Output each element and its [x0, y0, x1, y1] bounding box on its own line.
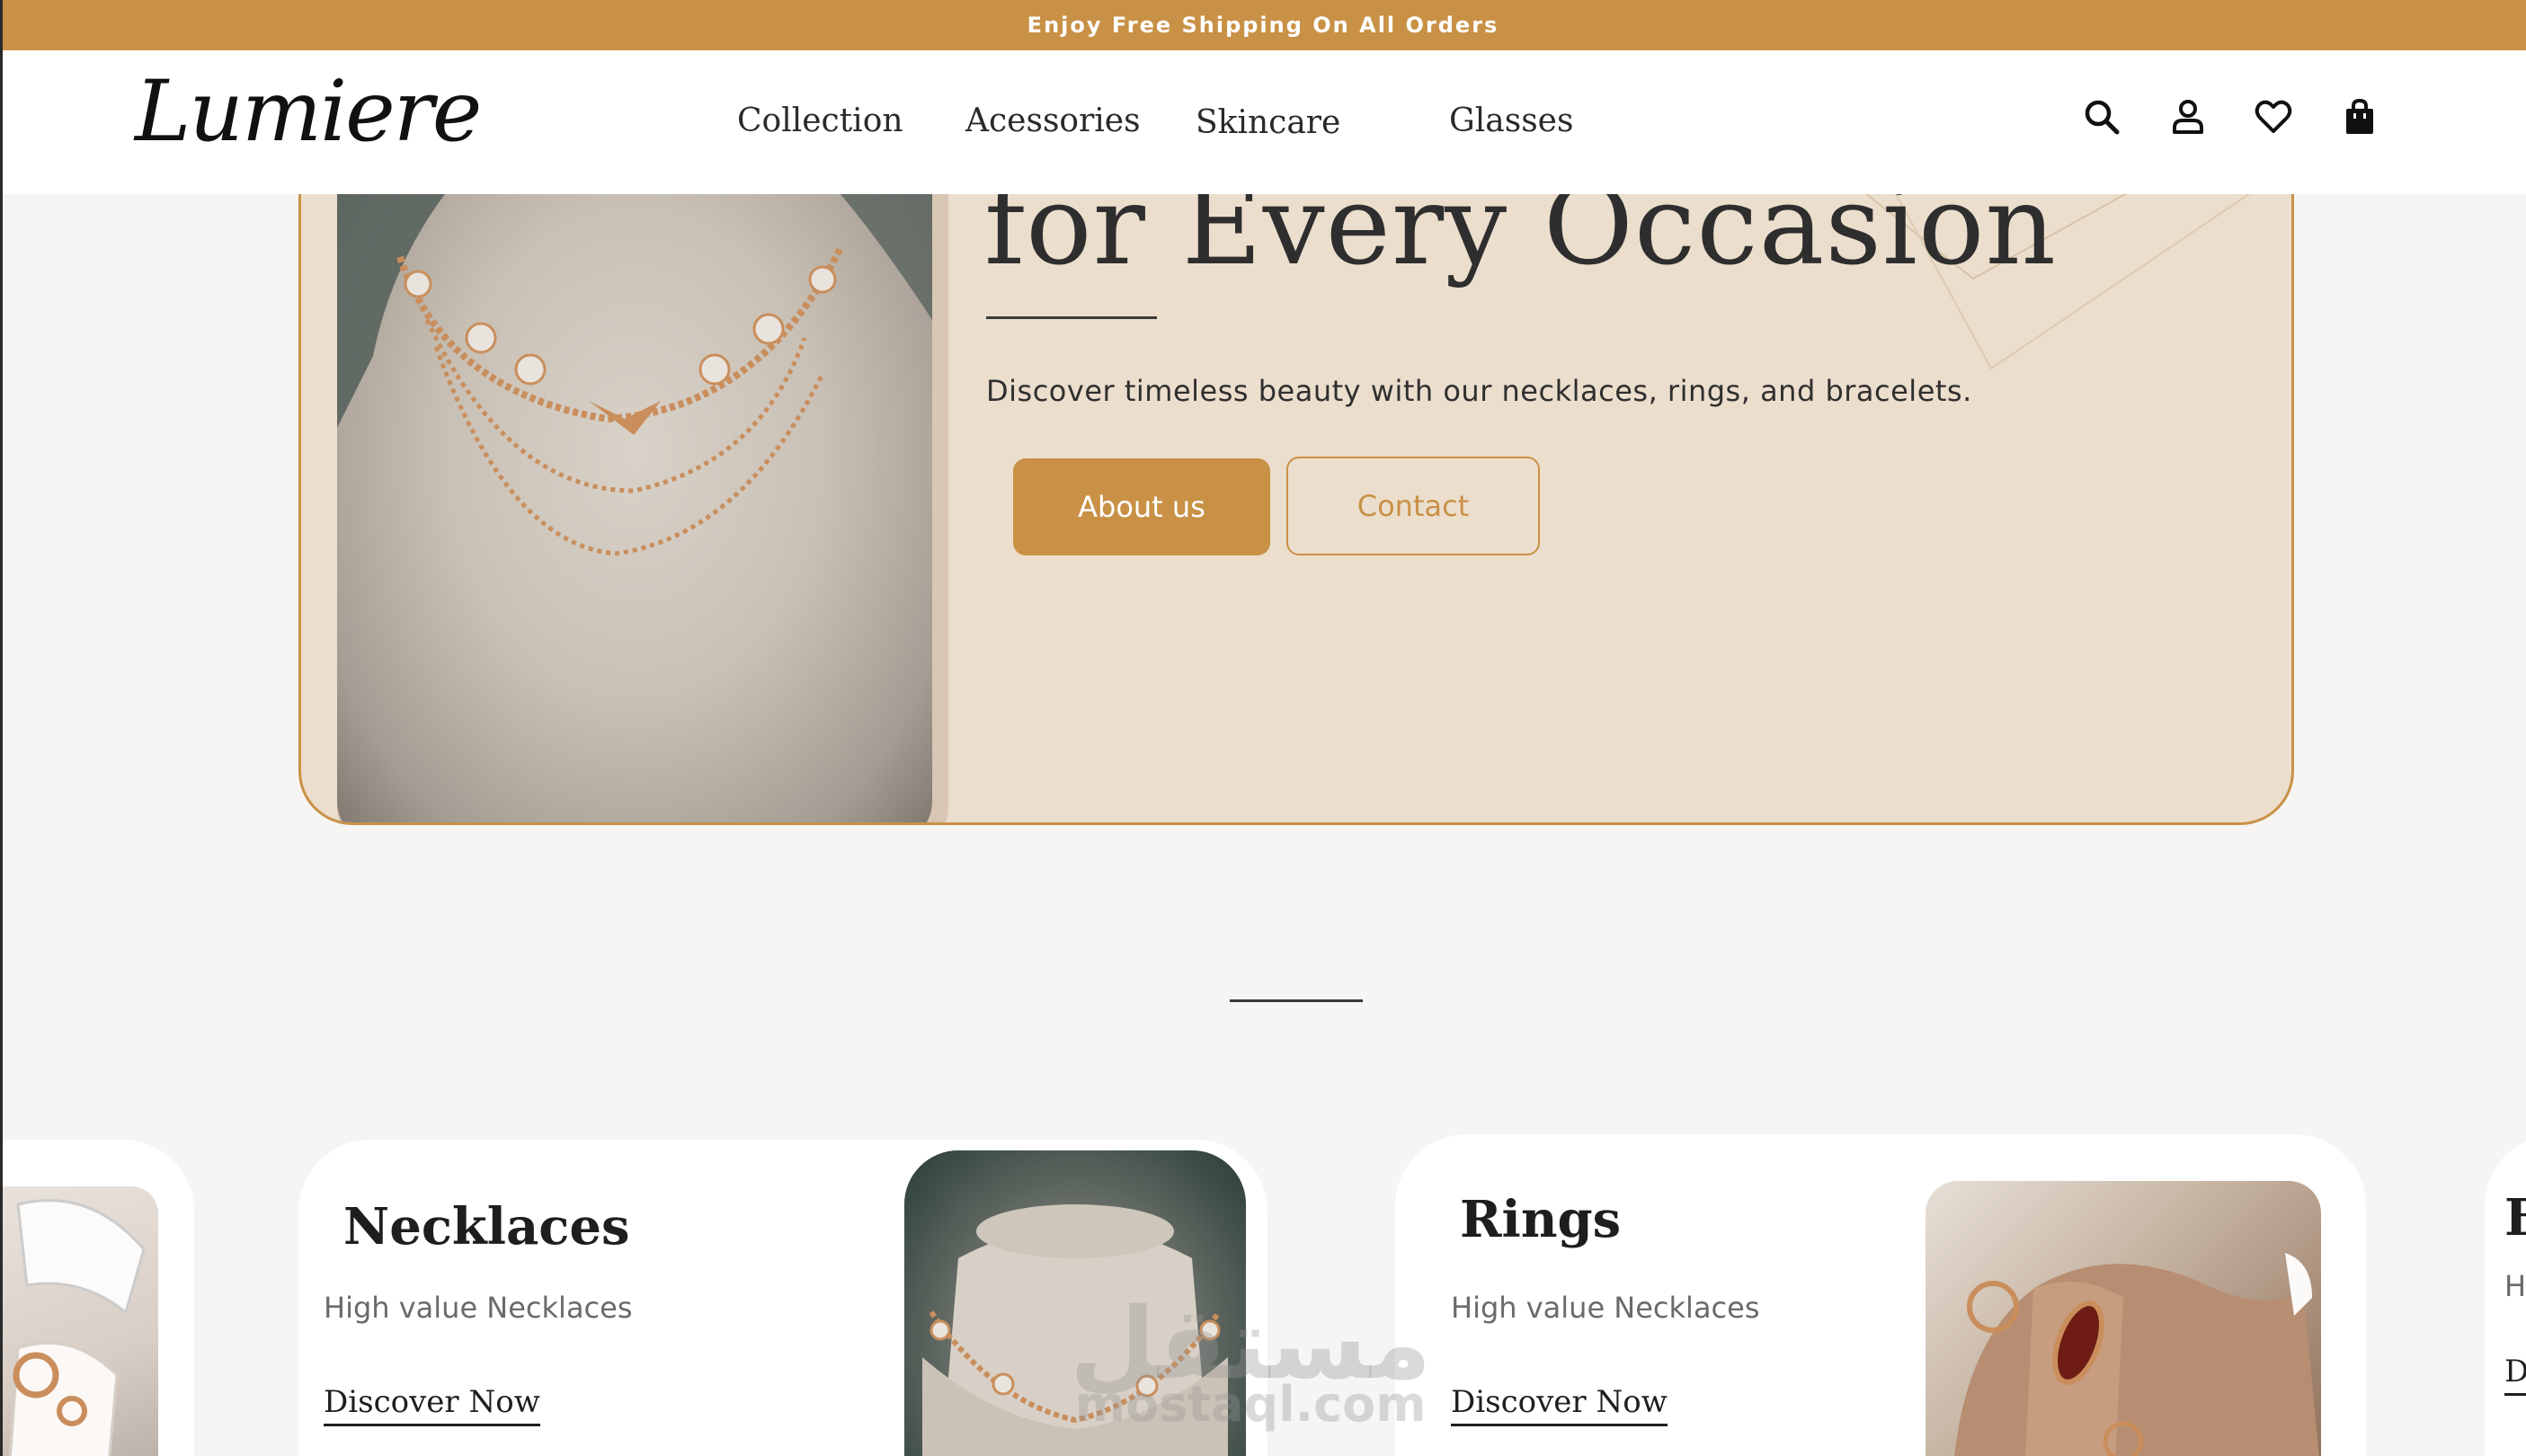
shopping-bag-icon[interactable] [2338, 95, 2381, 138]
contact-button[interactable]: Contact [1286, 457, 1540, 555]
announcement-text: Enjoy Free Shipping On All Orders [1027, 13, 1499, 38]
discover-now-link[interactable]: Discover Now [324, 1384, 540, 1426]
discover-now-link[interactable]: Discover Now [1451, 1384, 1668, 1426]
search-icon[interactable] [2080, 95, 2123, 138]
nav-glasses[interactable]: Glasses [1449, 102, 1573, 139]
rings-hand-photo [1926, 1181, 2321, 1456]
nav-skincare[interactable]: Skincare [1196, 104, 1340, 141]
watermark: مستقل mostaql.com [1070, 1294, 1431, 1429]
category-title: Rings [1460, 1190, 1622, 1249]
category-card-partial-right[interactable]: B H D [2485, 1134, 2526, 1456]
hero-divider [986, 316, 1157, 319]
announcement-bar: Enjoy Free Shipping On All Orders [0, 0, 2526, 50]
section-divider [1230, 999, 1363, 1002]
category-title: B [2504, 1188, 2526, 1247]
window-left-edge [0, 0, 3, 1456]
site-header: Lumiere Collection Acessories Skincare G… [0, 50, 2526, 194]
category-card-rings[interactable]: Rings High value Necklaces Discover Now [1395, 1134, 2366, 1456]
about-us-button[interactable]: About us [1013, 458, 1270, 555]
category-subtitle: High value Necklaces [1451, 1291, 1760, 1325]
hero-description: Discover timeless beauty with our neckla… [986, 374, 1972, 408]
user-icon[interactable] [2166, 95, 2210, 138]
necklace-photo [337, 194, 932, 822]
nav-collection[interactable]: Collection [737, 102, 903, 139]
discover-now-link[interactable]: D [2504, 1354, 2526, 1396]
category-subtitle: High value Necklaces [324, 1291, 633, 1325]
category-title: Necklaces [343, 1197, 630, 1256]
category-subtitle: H [2504, 1269, 2526, 1303]
watermark-latin: mostaql.com [1074, 1376, 1427, 1433]
brand-logo[interactable]: Lumiere [135, 63, 482, 161]
nav-accessories[interactable]: Acessories [965, 102, 1141, 139]
category-card-partial-left[interactable] [0, 1140, 194, 1456]
hero-banner: for Every Occasion Discover timeless bea… [298, 108, 2294, 825]
sunglasses-photo [0, 1186, 158, 1456]
heart-icon[interactable] [2252, 95, 2295, 138]
